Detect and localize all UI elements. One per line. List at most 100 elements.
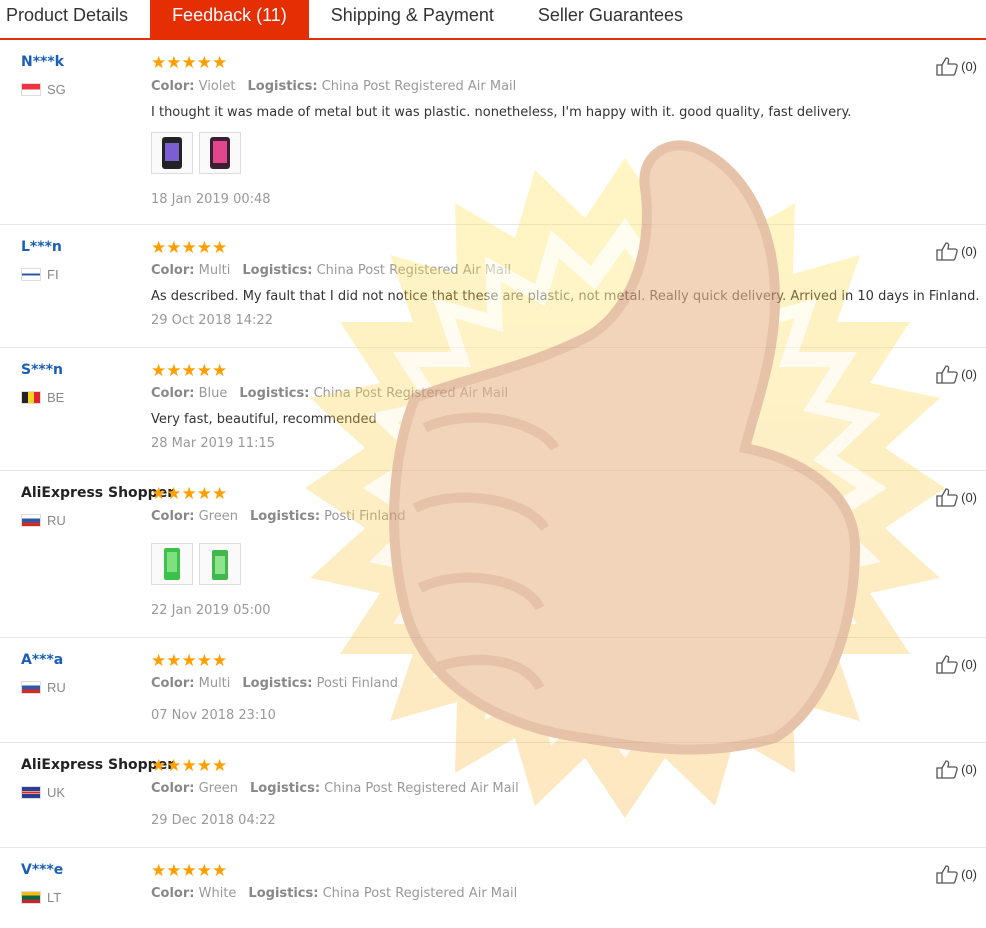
review-photo[interactable] — [151, 543, 193, 585]
logistics-value: China Post Registered Air Mail — [316, 263, 512, 278]
feedback-item: S***n BE ★★★★★ Color: Blue Logistics: Chi… — [0, 348, 986, 471]
flag-lt-icon — [21, 891, 41, 904]
order-info: Color: Green Logistics: China Post Regist… — [151, 781, 519, 796]
color-value: Multi — [198, 263, 231, 278]
star-rating: ★★★★★ — [151, 361, 228, 380]
helpful-button[interactable]: (0) — [935, 364, 977, 384]
order-info: Color: Blue Logistics: China Post Registe… — [151, 386, 508, 401]
review-date: 29 Oct 2018 14:22 — [151, 313, 273, 328]
review-text: I thought it was made of metal but it wa… — [151, 105, 852, 120]
thumbs-up-icon — [936, 488, 958, 507]
reviewer-name[interactable]: N***k — [21, 54, 64, 70]
helpful-count: (0) — [961, 761, 977, 777]
star-rating: ★★★★★ — [151, 651, 228, 670]
color-label: Color: — [151, 79, 195, 94]
color-value: Blue — [198, 386, 228, 401]
helpful-button[interactable]: (0) — [935, 241, 977, 261]
color-label: Color: — [151, 263, 195, 278]
reviewer-country: SG — [21, 82, 66, 97]
feedback-item: A***a RU ★★★★★ Color: Multi Logistics: Po… — [0, 638, 986, 743]
review-photos — [151, 543, 247, 585]
review-photo[interactable] — [151, 132, 193, 174]
tab-shipping-payment[interactable]: Shipping & Payment — [309, 0, 516, 38]
country-code: FI — [47, 267, 59, 282]
tab-feedback[interactable]: Feedback (11) — [150, 0, 309, 38]
feedback-item: N***k SG ★★★★★ Color: Violet Logistics: C… — [0, 40, 986, 225]
logistics-label: Logistics: — [249, 509, 321, 524]
order-info: Color: Multi Logistics: China Post Regist… — [151, 263, 511, 278]
logistics-value: Posti Finland — [316, 676, 398, 691]
color-value: White — [198, 886, 237, 901]
logistics-value: China Post Registered Air Mail — [313, 386, 509, 401]
review-text: As described. My fault that I did not no… — [151, 289, 980, 304]
tab-seller-guarantees[interactable]: Seller Guarantees — [516, 0, 705, 38]
review-photos — [151, 132, 247, 174]
reviewer-name[interactable]: S***n — [21, 362, 63, 378]
flag-ru-icon — [21, 681, 41, 694]
reviewer-name[interactable]: A***a — [21, 652, 63, 668]
feedback-list: N***k SG ★★★★★ Color: Violet Logistics: C… — [0, 40, 986, 928]
reviewer-name[interactable]: V***e — [21, 862, 63, 878]
color-label: Color: — [151, 676, 195, 691]
review-text: Very fast, beautiful, recommended — [151, 412, 377, 427]
helpful-button[interactable]: (0) — [935, 654, 977, 674]
color-label: Color: — [151, 509, 195, 524]
star-rating: ★★★★★ — [151, 756, 228, 775]
thumbs-up-icon — [936, 242, 958, 261]
thumbs-up-icon — [936, 655, 958, 674]
star-rating: ★★★★★ — [151, 53, 228, 72]
country-code: UK — [47, 785, 66, 800]
reviewer-country: BE — [21, 390, 64, 405]
helpful-count: (0) — [961, 243, 977, 259]
feedback-item: V***e LT ★★★★★ Color: White Logistics: Ch… — [0, 848, 986, 928]
helpful-button[interactable]: (0) — [935, 759, 977, 779]
order-info: Color: Violet Logistics: China Post Regis… — [151, 79, 516, 94]
country-code: BE — [47, 390, 65, 405]
logistics-value: Posti Finland — [324, 509, 406, 524]
color-value: Multi — [198, 676, 231, 691]
helpful-count: (0) — [961, 489, 977, 505]
thumbs-up-icon — [936, 760, 958, 779]
country-code: RU — [47, 513, 66, 528]
helpful-button[interactable]: (0) — [935, 487, 977, 507]
review-date: 07 Nov 2018 23:10 — [151, 708, 276, 723]
review-date: 28 Mar 2019 11:15 — [151, 436, 276, 451]
helpful-button[interactable]: (0) — [935, 56, 977, 76]
logistics-label: Logistics: — [247, 79, 318, 94]
flag-be-icon — [21, 391, 41, 404]
review-photo[interactable] — [199, 132, 241, 174]
logistics-label: Logistics: — [249, 781, 321, 796]
logistics-label: Logistics: — [239, 386, 310, 401]
reviewer-country: RU — [21, 513, 66, 528]
country-code: SG — [47, 82, 66, 97]
reviewer-country: RU — [21, 680, 66, 695]
review-photo[interactable] — [199, 543, 241, 585]
color-value: Green — [198, 781, 238, 796]
review-date: 18 Jan 2019 00:48 — [151, 192, 271, 207]
reviewer-country: UK — [21, 785, 65, 800]
reviewer-name[interactable]: L***n — [21, 239, 62, 255]
feedback-item: AliExpress Shopper RU ★★★★★ Color: Green… — [0, 471, 986, 638]
color-value: Green — [198, 509, 238, 524]
color-value: Violet — [198, 79, 236, 94]
order-info: Color: Multi Logistics: Posti Finland — [151, 676, 398, 691]
color-label: Color: — [151, 386, 195, 401]
helpful-button[interactable]: (0) — [935, 864, 977, 884]
flag-fi-icon — [21, 268, 41, 281]
logistics-value: China Post Registered Air Mail — [324, 781, 519, 796]
flag-ru-icon — [21, 514, 41, 527]
order-info: Color: White Logistics: China Post Regist… — [151, 886, 517, 901]
star-rating: ★★★★★ — [151, 861, 228, 880]
logistics-label: Logistics: — [242, 676, 313, 691]
tab-product-details[interactable]: Product Details — [0, 0, 150, 38]
tab-bar: Product Details Feedback (11) Shipping &… — [0, 0, 986, 40]
flag-uk-icon — [21, 786, 41, 799]
logistics-value: China Post Registered Air Mail — [322, 886, 518, 901]
thumbs-up-icon — [936, 365, 958, 384]
color-label: Color: — [151, 886, 195, 901]
logistics-value: China Post Registered Air Mail — [321, 79, 517, 94]
review-date: 22 Jan 2019 05:00 — [151, 603, 271, 618]
review-date: 29 Dec 2018 04:22 — [151, 813, 276, 828]
thumbs-up-icon — [936, 865, 958, 884]
thumbs-up-icon — [936, 57, 958, 76]
